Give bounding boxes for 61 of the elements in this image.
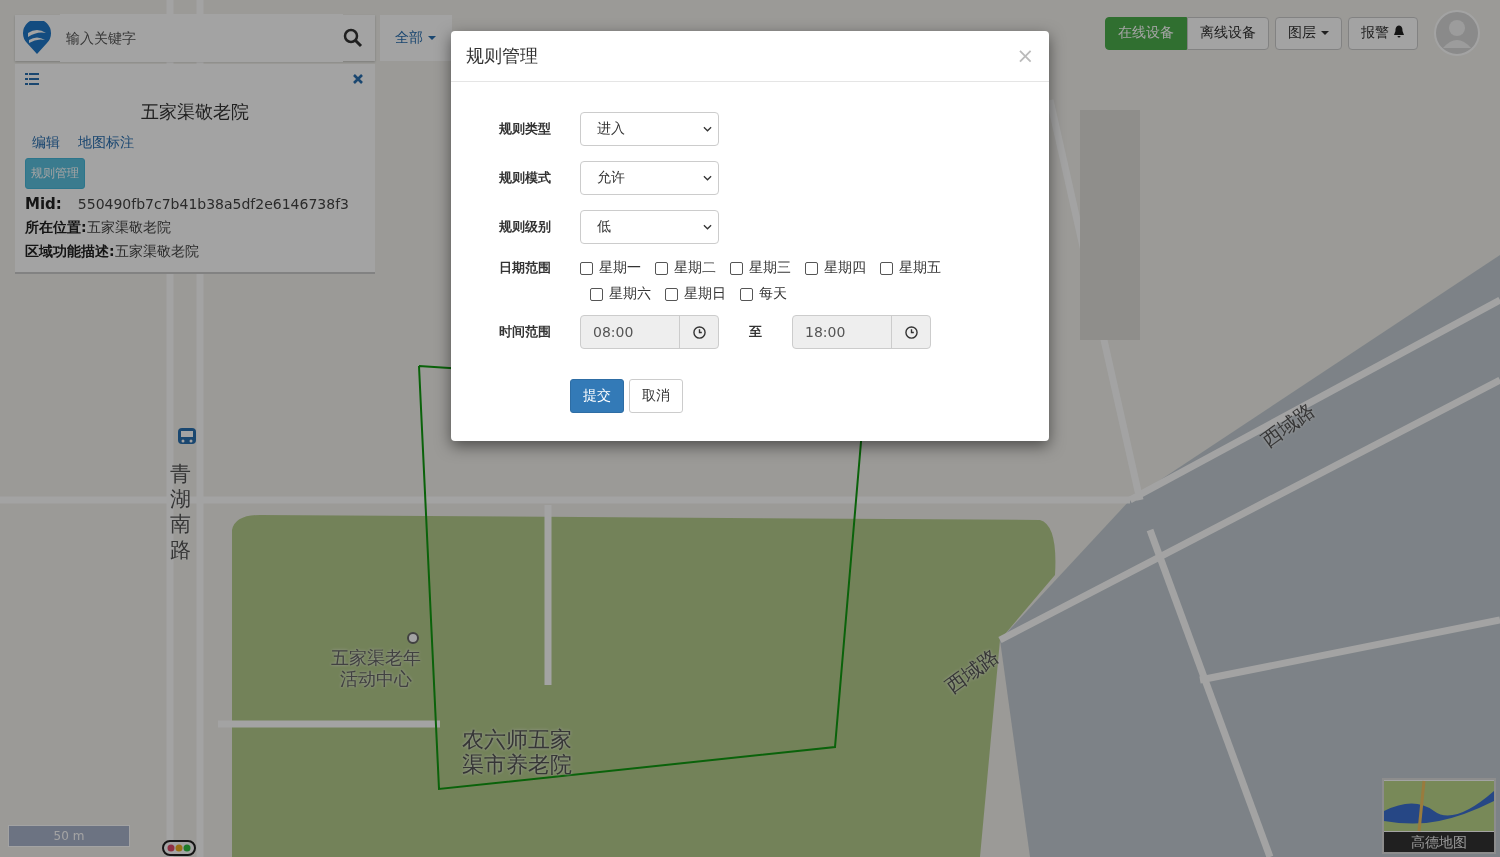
traffic-light-icon [162,840,196,856]
caret-icon [1321,31,1329,35]
chevron-down-icon [703,126,712,132]
alarm-button[interactable]: 报警 [1348,16,1418,50]
submit-button[interactable]: 提交 [570,379,624,413]
checkbox[interactable] [655,261,668,275]
checkbox[interactable] [590,287,603,301]
checkbox-label: 星期二 [674,259,716,277]
logo-pin-icon [22,21,52,55]
checkbox[interactable] [665,287,678,301]
form-label: 时间范围 [499,323,552,341]
device-tab[interactable]: 离线设备 [1187,16,1269,50]
search-field[interactable]: 输入关键字 [60,14,343,62]
road-label: 西域路 [940,644,1004,699]
minimap-label: 高德地图 [1384,832,1494,852]
place-label: 农六师五家渠市养老院 [462,727,573,778]
poi-label: 五家渠老年活动中心 [330,648,422,690]
form-label: 规则类型 [499,120,552,138]
info-field: 所在位置:五家渠敬老院 [25,219,365,237]
form-label: 日期范围 [499,259,552,277]
chevron-down-icon [703,175,712,181]
panel-link[interactable]: 地图标注 [78,134,134,152]
form-label: 规则级别 [499,218,552,236]
checkbox-label: 星期六 [609,285,651,303]
filter-dropdown[interactable]: 全部 [380,15,452,61]
close-icon[interactable] [353,74,363,84]
dialog-title: 规则管理 [466,44,538,68]
time-field[interactable]: 08:00 [580,315,719,349]
info-field: 区域功能描述:五家渠敬老院 [25,243,365,261]
checkbox-label: 星期五 [899,259,941,277]
range-separator: 至 [748,323,763,341]
checkbox-label: 星期日 [684,285,726,303]
select-field[interactable]: 进入 [580,112,719,146]
info-field: Mid: 550490fb7c7b41b38a5df2e6146738f3 [25,195,365,213]
checkbox-label: 星期四 [824,259,866,277]
list-icon[interactable] [25,73,39,85]
checkbox-label: 每天 [759,285,787,303]
clock-icon [904,325,918,339]
checkbox-label: 星期一 [599,259,641,277]
checkbox-label: 星期三 [749,259,791,277]
search-icon[interactable] [343,28,363,48]
bell-icon [1393,25,1405,38]
checkbox[interactable] [880,261,893,275]
chevron-down-icon [703,224,712,230]
panel-link[interactable]: 编辑 [32,134,60,152]
layers-dropdown[interactable]: 图层 [1275,16,1342,50]
select-field[interactable]: 低 [580,210,719,244]
clock-icon [692,325,706,339]
checkbox[interactable] [805,261,818,275]
checkbox[interactable] [580,261,593,275]
checkbox[interactable] [730,261,743,275]
place-title: 五家渠敬老院 [140,100,250,124]
time-field[interactable]: 18:00 [792,315,931,349]
select-field[interactable]: 允许 [580,161,719,195]
caret-icon [428,36,436,40]
search-bar[interactable]: 输入关键字 [15,15,375,61]
form-label: 规则模式 [499,169,552,187]
road-label: 青湖南路 [170,462,192,563]
road-label: 西域路 [1256,398,1320,453]
cancel-button[interactable]: 取消 [629,379,683,413]
checkbox[interactable] [740,287,753,301]
